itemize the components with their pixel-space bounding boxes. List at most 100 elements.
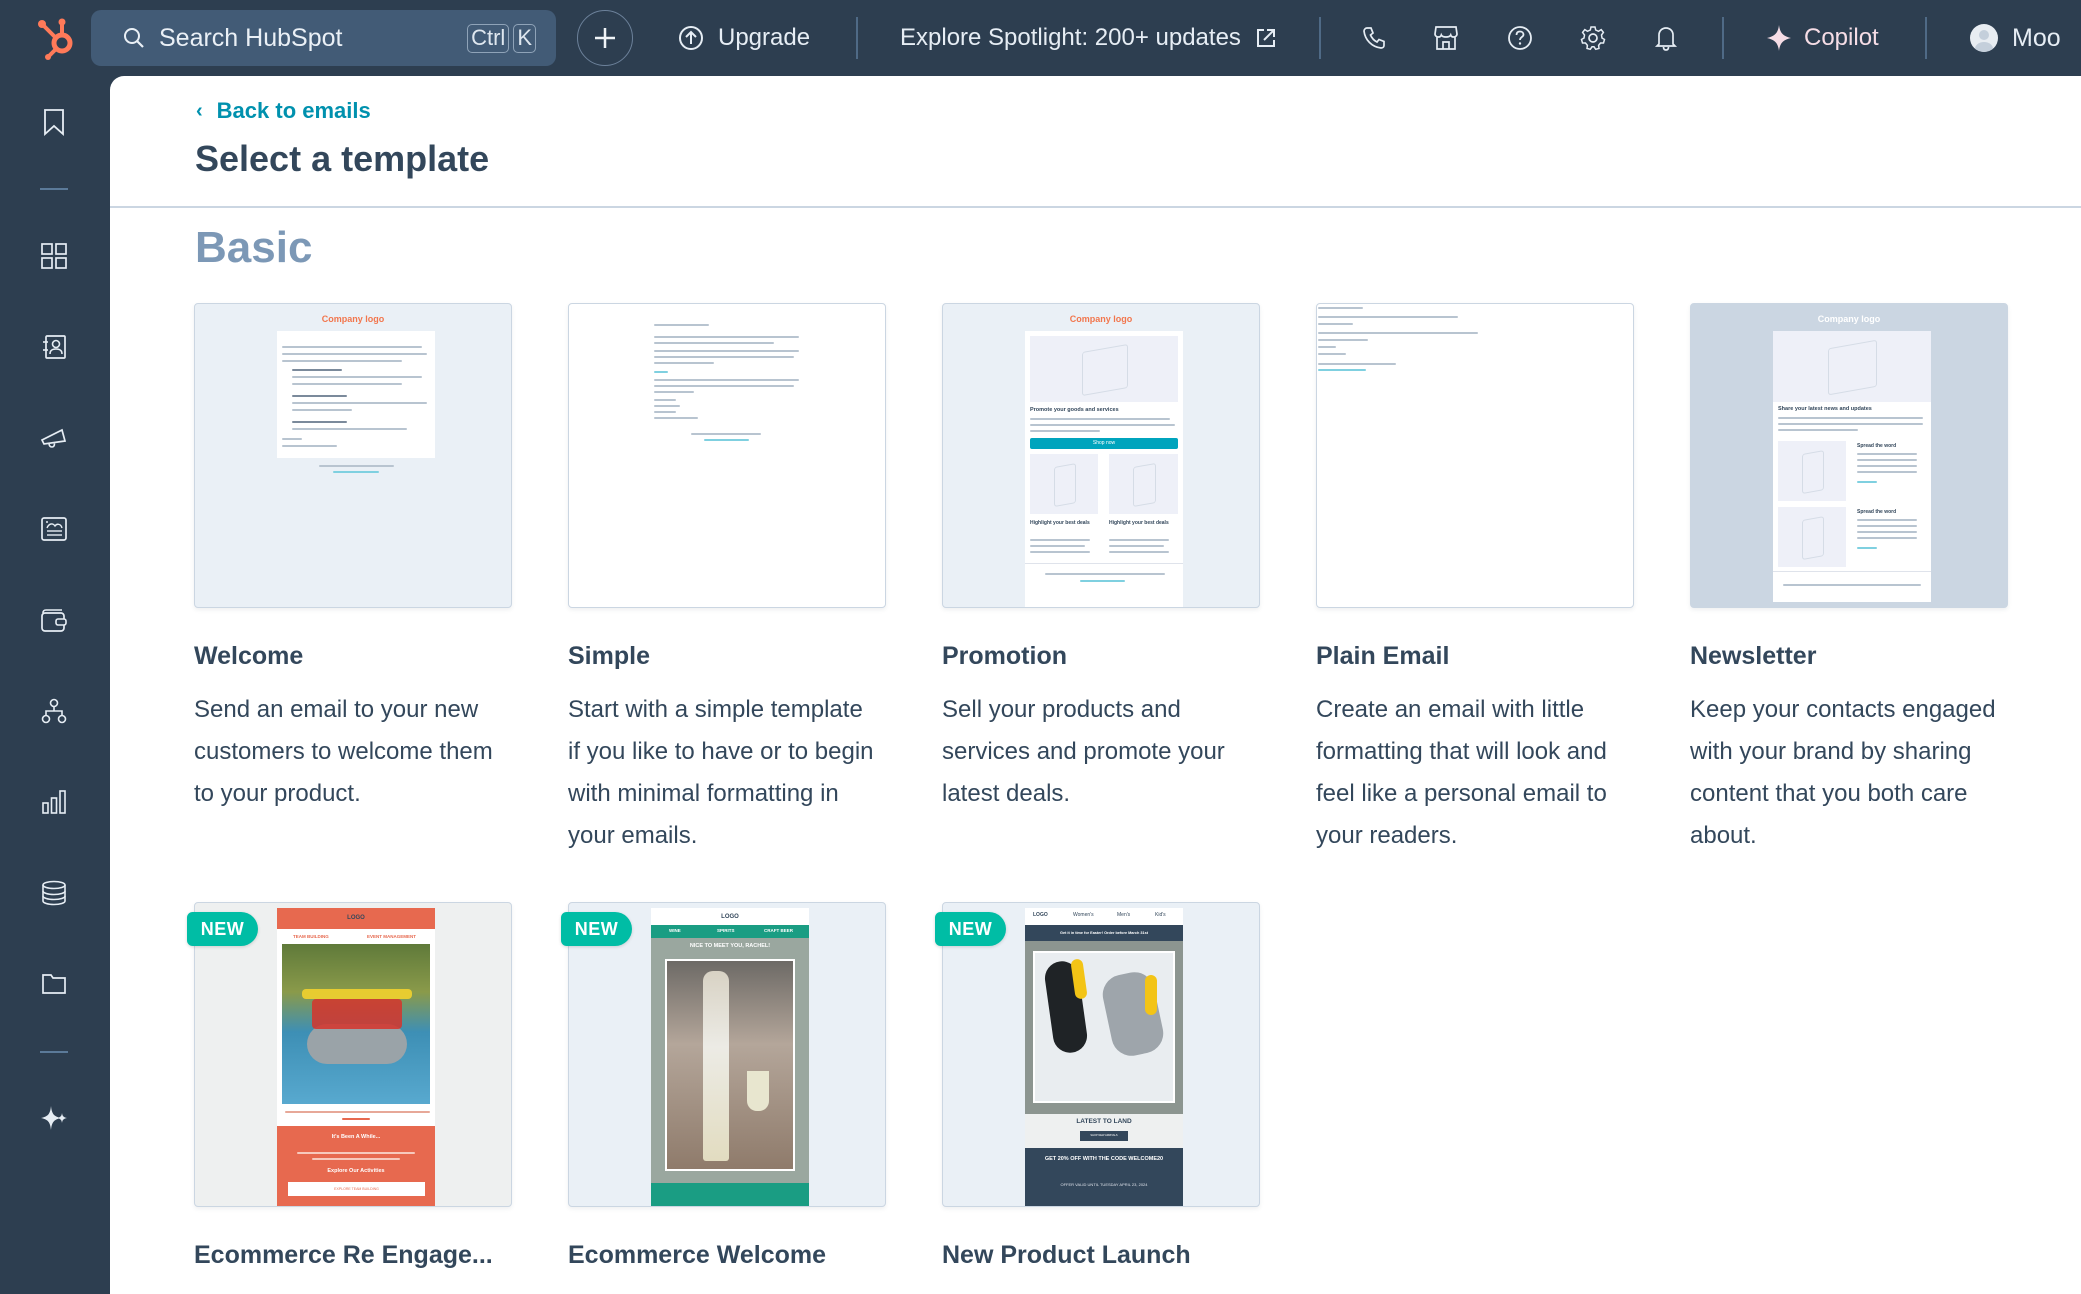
bar-chart-icon xyxy=(42,790,66,814)
folder-icon xyxy=(42,974,66,994)
avatar xyxy=(1970,24,1998,52)
user-name: Moo xyxy=(2012,23,2061,52)
thumb-body: LOGO WINE SPIRITS CRAFT BEER NICE TO MEE… xyxy=(651,908,809,1206)
marketplace-button[interactable] xyxy=(1428,20,1464,56)
main-content: ‹ Back to emails Select a template Basic… xyxy=(110,76,2081,1294)
template-thumbnail[interactable]: Company logo Share your latest news and … xyxy=(1690,303,2008,608)
content-icon xyxy=(41,517,67,541)
template-title: Ecommerce Re Engage... xyxy=(194,1241,493,1269)
upgrade-label: Upgrade xyxy=(718,24,811,51)
sidebar-item-reporting[interactable] xyxy=(38,786,70,818)
phone-icon xyxy=(1363,27,1385,49)
thumb-rafting-image xyxy=(282,944,430,1104)
template-description: Keep your contacts engaged with your bra… xyxy=(1690,696,1996,849)
settings-button[interactable] xyxy=(1575,20,1611,56)
template-description: Start with a simple template if you like… xyxy=(568,696,874,849)
copilot-button[interactable]: Copilot xyxy=(1766,20,1879,56)
sidebar-item-content[interactable] xyxy=(38,513,70,545)
new-badge: NEW xyxy=(187,912,258,946)
template-title: New Product Launch xyxy=(942,1241,1191,1269)
database-icon xyxy=(42,880,66,906)
sidebar-item-automation[interactable] xyxy=(38,695,70,727)
template-description: Sell your products and services and prom… xyxy=(942,696,1225,807)
help-icon xyxy=(1508,26,1532,50)
thumb-logo: Company logo xyxy=(1069,314,1133,324)
template-thumbnail[interactable] xyxy=(568,303,886,608)
marketplace-icon xyxy=(1434,26,1458,50)
topbar-divider xyxy=(856,17,858,59)
template-card-newsletter[interactable]: Company logo Share your latest news and … xyxy=(1690,303,2008,857)
search-input[interactable]: Search HubSpot Ctrl K xyxy=(91,10,556,66)
template-title: Welcome xyxy=(194,642,304,670)
upgrade-icon xyxy=(679,26,703,50)
sidebar-item-crm[interactable] xyxy=(38,331,70,363)
header-divider xyxy=(110,206,2081,208)
search-placeholder: Search HubSpot xyxy=(159,23,343,52)
template-title: Promotion xyxy=(942,642,1067,670)
sidebar-item-bookmarks[interactable] xyxy=(38,106,70,138)
template-card-ecommerce-welcome[interactable]: LOGO WINE SPIRITS CRAFT BEER NICE TO MEE… xyxy=(561,902,886,1270)
copilot-sparkle-icon xyxy=(1767,25,1791,51)
grid-icon xyxy=(41,243,67,269)
template-card-plain-email[interactable]: Plain Email Create an email with little … xyxy=(1316,303,1634,857)
sidebar-divider xyxy=(40,1051,68,1053)
thumb-body: Share your latest news and updates Sprea… xyxy=(1773,331,1931,602)
template-title: Ecommerce Welcome xyxy=(568,1241,826,1269)
new-badge: NEW xyxy=(561,912,632,946)
template-thumbnail[interactable]: Company logo Promote your goods and serv… xyxy=(942,303,1260,608)
shortcut-k-key: K xyxy=(513,23,536,53)
upgrade-button[interactable]: Upgrade xyxy=(678,20,810,56)
hubspot-logo[interactable] xyxy=(36,14,80,60)
thumb-logo: Company logo xyxy=(321,314,385,324)
template-thumbnail[interactable]: LOGO Women's Men's Kid's Get it in time … xyxy=(942,902,1260,1207)
sidebar-item-data-management[interactable] xyxy=(38,877,70,909)
template-description: Send an email to your new customers to w… xyxy=(194,696,493,807)
chevron-left-icon: ‹ xyxy=(196,99,203,122)
template-title: Simple xyxy=(568,642,650,670)
wallet-icon xyxy=(41,609,67,632)
help-button[interactable] xyxy=(1502,20,1538,56)
thumb-sneaker-image xyxy=(1033,951,1175,1103)
thumb-body: LOGO Women's Men's Kid's Get it in time … xyxy=(1025,908,1183,1206)
sidebar-divider xyxy=(40,188,68,190)
topbar-divider xyxy=(1319,17,1321,59)
shortcut-ctrl-key: Ctrl xyxy=(467,23,510,53)
thumb-body xyxy=(277,331,435,458)
sparkle-icon xyxy=(41,1106,67,1130)
template-card-simple[interactable]: Simple Start with a simple template if y… xyxy=(568,303,886,857)
sidebar-item-commerce[interactable] xyxy=(38,604,70,636)
template-thumbnail[interactable] xyxy=(1316,303,1634,608)
sidebar-item-library[interactable] xyxy=(38,968,70,1000)
bookmark-icon xyxy=(44,109,64,136)
sidebar-item-workspaces[interactable] xyxy=(38,240,70,272)
section-title-basic: Basic xyxy=(195,223,313,272)
template-description: Create an email with little formatting t… xyxy=(1316,696,1607,849)
sidebar-item-breeze[interactable] xyxy=(38,1102,70,1134)
calling-button[interactable] xyxy=(1356,20,1392,56)
back-link-label: Back to emails xyxy=(216,98,371,123)
megaphone-icon xyxy=(40,428,67,448)
search-icon xyxy=(124,28,144,48)
sidebar-item-marketing[interactable] xyxy=(38,422,70,454)
template-thumbnail[interactable]: LOGO TEAM BUILDING EVENT MANAGEMENT It's… xyxy=(194,902,512,1207)
settings-icon xyxy=(1580,26,1606,51)
notifications-button[interactable] xyxy=(1648,20,1684,56)
workflow-icon xyxy=(41,698,67,724)
template-thumbnail[interactable]: Company logo xyxy=(194,303,512,608)
spotlight-link[interactable]: Explore Spotlight: 200+ updates xyxy=(900,20,1277,56)
template-title: Plain Email xyxy=(1316,642,1450,670)
topbar-divider xyxy=(1925,17,1927,59)
template-card-welcome[interactable]: Company logo Welcome Send an email to yo… xyxy=(194,303,512,815)
back-to-emails-link[interactable]: ‹ Back to emails xyxy=(196,98,371,124)
create-new-button[interactable] xyxy=(577,10,633,66)
thumb-body: LOGO TEAM BUILDING EVENT MANAGEMENT It's… xyxy=(277,908,435,1206)
copilot-label: Copilot xyxy=(1804,24,1879,51)
template-card-new-product-launch[interactable]: LOGO Women's Men's Kid's Get it in time … xyxy=(935,902,1260,1270)
template-card-ecommerce-re-engage[interactable]: LOGO TEAM BUILDING EVENT MANAGEMENT It's… xyxy=(187,902,512,1270)
external-link-icon xyxy=(1256,29,1275,47)
plus-icon xyxy=(595,28,615,48)
template-thumbnail[interactable]: LOGO WINE SPIRITS CRAFT BEER NICE TO MEE… xyxy=(568,902,886,1207)
account-menu[interactable]: Moo xyxy=(1970,20,2061,56)
contacts-icon xyxy=(43,335,66,359)
template-card-promotion[interactable]: Company logo Promote your goods and serv… xyxy=(942,303,1260,815)
